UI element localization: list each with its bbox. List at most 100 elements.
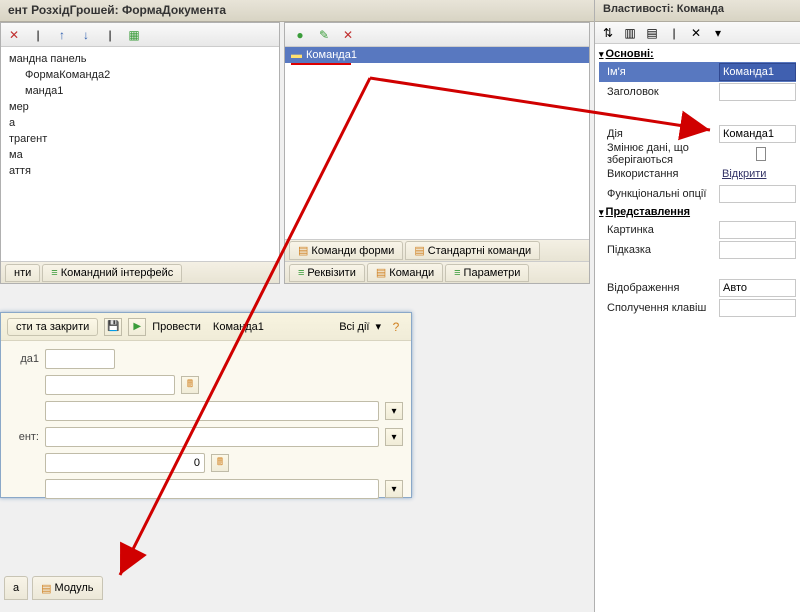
- properties-title: Властивості: Команда: [595, 0, 800, 22]
- cmd-label: Команда1: [306, 49, 357, 61]
- field-label: ент:: [9, 431, 39, 443]
- tree-item[interactable]: ФормаКоманда2: [5, 67, 275, 83]
- tree-item[interactable]: аття: [5, 163, 275, 179]
- tab-label: Стандартні команди: [428, 245, 531, 257]
- prop-value-shortcut[interactable]: [719, 299, 796, 317]
- prop-value-picture[interactable]: [719, 221, 796, 239]
- tab-form[interactable]: а: [4, 576, 28, 600]
- prop-label-action: Дія: [599, 128, 715, 140]
- prop-checkbox-changes[interactable]: [753, 145, 769, 163]
- commands-panel: ● ✎ ✕ ▬ Команда1 ▤Команди форми ▤Стандар…: [284, 22, 590, 284]
- tab-elements[interactable]: нти: [5, 264, 40, 282]
- all-actions-button[interactable]: Всі дії: [339, 321, 369, 333]
- tab-parameters[interactable]: ≡Параметри: [445, 264, 529, 282]
- tree-item[interactable]: мер: [5, 99, 275, 115]
- edit-icon[interactable]: ✎: [315, 26, 333, 44]
- form-toolbar: сти та закрити 💾 ▶ Провести Команда1 Всі…: [1, 313, 411, 341]
- delete-icon[interactable]: ✕: [5, 26, 23, 44]
- doc-icon: ▤: [376, 266, 386, 279]
- filter-icon[interactable]: ▥: [621, 24, 639, 42]
- top-panels: ✕ | ↑ ↓ | ▦ мандна панель ФормаКоманда2 …: [0, 22, 590, 284]
- tab-command-interface[interactable]: ≡ Командний інтерфейс: [42, 264, 182, 282]
- field-label: да1: [9, 353, 39, 365]
- text-field[interactable]: [45, 375, 175, 395]
- dropdown-icon[interactable]: ▾: [385, 480, 403, 498]
- prop-link-usage[interactable]: Відкрити: [719, 165, 796, 183]
- prop-value-funcopt[interactable]: [719, 185, 796, 203]
- text-field[interactable]: [45, 427, 379, 447]
- tab-label: Модуль: [55, 582, 94, 594]
- number-value: 0: [194, 457, 200, 469]
- tab-attributes[interactable]: ≡Реквізити: [289, 264, 365, 282]
- provesty-label[interactable]: Провести: [152, 321, 201, 333]
- delete-icon[interactable]: ✕: [339, 26, 357, 44]
- properties-body: Основні: Ім'я Команда1 Заголовок Дія Ком…: [595, 44, 800, 320]
- text-field[interactable]: [45, 479, 379, 499]
- cmd-list[interactable]: ▬ Команда1: [285, 47, 589, 239]
- properties-toolbar: ⇅ ▥ ▤ | ✕ ▾: [595, 22, 800, 44]
- section-presentation[interactable]: Представлення: [599, 204, 796, 220]
- left-workspace: ✕ | ↑ ↓ | ▦ мандна панель ФормаКоманда2 …: [0, 22, 590, 612]
- up-icon[interactable]: ↑: [53, 26, 71, 44]
- prop-value-display[interactable]: Авто: [719, 279, 796, 297]
- tree-toolbar: ✕ | ↑ ↓ | ▦: [1, 23, 279, 47]
- properties-panel: Властивості: Команда ⇅ ▥ ▤ | ✕ ▾ Основні…: [594, 0, 800, 612]
- tree-item[interactable]: манда1: [5, 83, 275, 99]
- tab-module[interactable]: ▤ Модуль: [32, 576, 102, 600]
- table-icon[interactable]: ▦: [125, 26, 143, 44]
- close-icon[interactable]: ✕: [687, 24, 705, 42]
- prop-label-display: Відображення: [599, 282, 715, 294]
- doc-icon: ▤: [414, 244, 424, 257]
- tree-item[interactable]: ма: [5, 147, 275, 163]
- lower-tabs: а ▤ Модуль: [0, 576, 103, 600]
- text-field[interactable]: [45, 349, 115, 369]
- help-icon[interactable]: ?: [387, 318, 405, 336]
- dropdown-icon[interactable]: ▾: [385, 402, 403, 420]
- tab-label: Параметри: [464, 267, 521, 279]
- list-icon: ≡: [51, 267, 57, 279]
- cmd1-label[interactable]: Команда1: [213, 321, 264, 333]
- cmd-item-selected[interactable]: ▬ Команда1: [285, 47, 589, 63]
- sort-icon[interactable]: ⇅: [599, 24, 617, 42]
- prop-label-picture: Картинка: [599, 224, 715, 236]
- prop-value-action[interactable]: Команда1: [719, 125, 796, 143]
- save-close-button[interactable]: сти та закрити: [7, 318, 98, 336]
- prop-label-name: Ім'я: [599, 66, 715, 78]
- dropdown-icon[interactable]: ▾: [709, 24, 727, 42]
- text-field[interactable]: [45, 401, 379, 421]
- prop-value-hint[interactable]: [719, 241, 796, 259]
- form-preview: сти та закрити 💾 ▶ Провести Команда1 Всі…: [0, 312, 412, 498]
- separator: |: [29, 26, 47, 44]
- tab-label: Команди форми: [311, 245, 394, 257]
- number-field[interactable]: 0: [45, 453, 205, 473]
- tab-label: Командний інтерфейс: [61, 267, 174, 279]
- tab-form-commands[interactable]: ▤Команди форми: [289, 241, 403, 260]
- tree-item[interactable]: мандна панель: [5, 51, 275, 67]
- cmd-toolbar: ● ✎ ✕: [285, 23, 589, 47]
- tree-tabs: нти ≡ Командний інтерфейс: [1, 261, 279, 283]
- calendar-icon[interactable]: 🖩: [181, 376, 199, 394]
- categorize-icon[interactable]: ▤: [643, 24, 661, 42]
- save-icon[interactable]: 💾: [104, 318, 122, 336]
- tree-body[interactable]: мандна панель ФормаКоманда2 манда1 мер а…: [1, 47, 279, 261]
- tab-standard-commands[interactable]: ▤ Стандартні команди: [405, 241, 540, 260]
- dropdown-icon[interactable]: ▾: [385, 428, 403, 446]
- add-icon[interactable]: ●: [291, 26, 309, 44]
- cmd-icon: ▬: [291, 49, 302, 61]
- cmd-tabs-row1: ▤Команди форми ▤ Стандартні команди: [285, 239, 589, 261]
- cmd-tabs-row2: ≡Реквізити ▤Команди ≡Параметри: [285, 261, 589, 283]
- dropdown-icon[interactable]: ▾: [375, 320, 381, 333]
- post-icon[interactable]: ▶: [128, 318, 146, 336]
- prop-value-title[interactable]: [719, 83, 796, 101]
- down-icon[interactable]: ↓: [77, 26, 95, 44]
- list-icon: ≡: [298, 267, 304, 279]
- tab-commands[interactable]: ▤Команди: [367, 263, 443, 282]
- tree-item[interactable]: трагент: [5, 131, 275, 147]
- tree-item[interactable]: а: [5, 115, 275, 131]
- section-main[interactable]: Основні:: [599, 46, 796, 62]
- calculator-icon[interactable]: 🖩: [211, 454, 229, 472]
- prop-value-name[interactable]: Команда1: [719, 63, 796, 81]
- module-icon: ▤: [41, 582, 51, 595]
- form-body: да1 🖩 ▾ ент: ▾ 0 🖩: [1, 341, 411, 513]
- tab-label: Команди: [389, 267, 434, 279]
